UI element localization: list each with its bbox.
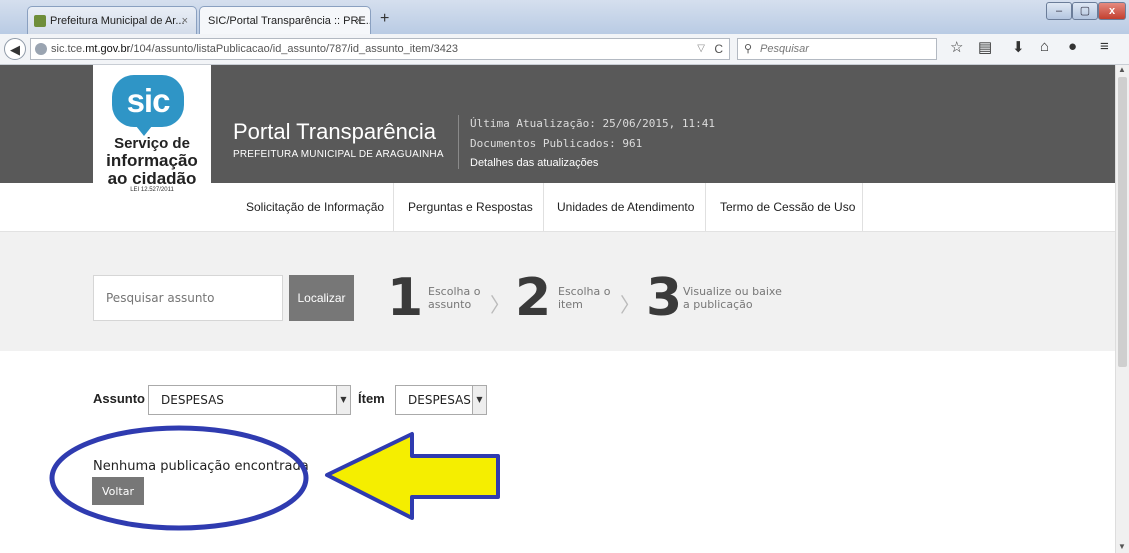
localizar-button[interactable]: Localizar [289, 275, 354, 321]
assunto-label: Assunto [93, 391, 145, 406]
new-tab-button[interactable]: + [380, 10, 389, 28]
browser-search-input[interactable]: ⚲ Pesquisar [737, 38, 937, 60]
dropdown-arrow-icon[interactable]: ▽ [697, 39, 705, 59]
globe-icon [35, 43, 47, 55]
window-maximize-button[interactable]: ▢ [1072, 2, 1098, 20]
step-3-text: Visualize ou baixe a publicação [683, 285, 782, 311]
menu-unidades[interactable]: Unidades de Atendimento [557, 183, 694, 231]
logo-line-2: informação [106, 151, 198, 170]
step-3-number: 3 [646, 268, 683, 328]
search-icon: ⚲ [744, 43, 753, 55]
last-update: Última Atualização: 25/06/2015, 11:41 [470, 117, 716, 130]
details-link[interactable]: Detalhes das atualizações [470, 157, 598, 169]
menu-perguntas[interactable]: Perguntas e Respostas [408, 183, 533, 231]
scroll-thumb[interactable] [1118, 77, 1127, 367]
search-subject-input[interactable] [93, 275, 283, 321]
logo-line-3: ao cidadão [107, 169, 197, 188]
site-favicon-icon [34, 15, 46, 27]
url-host: mt.gov.br [85, 43, 131, 55]
url-prefix: sic.tce. [51, 43, 86, 55]
no-results-message: Nenhuma publicação encontrada [93, 459, 309, 474]
search-placeholder: Pesquisar [760, 43, 809, 55]
menu-divider [862, 183, 863, 231]
tab-prefeitura[interactable]: Prefeitura Municipal de Ar... × [27, 6, 197, 34]
item-label: Ítem [358, 391, 385, 406]
page-subtitle: PREFEITURA MUNICIPAL DE ARAGUAINHA [233, 149, 444, 160]
download-icon[interactable]: ⬇ [1012, 38, 1025, 56]
window-close-button[interactable]: x [1098, 2, 1126, 20]
menu-solicitacao[interactable]: Solicitação de Informação [246, 183, 384, 231]
step-2-number: 2 [515, 268, 552, 328]
sic-logo[interactable]: sic Serviço de informação ao cidadão LEI… [93, 65, 211, 231]
bookmark-star-icon[interactable]: ☆ [950, 38, 963, 56]
chevron-down-icon[interactable]: ▼ [336, 386, 350, 414]
url-path: /104/assunto/listaPublicacao/id_assunto/… [130, 43, 459, 55]
step-1-number: 1 [387, 268, 424, 328]
address-bar[interactable]: sic.tce.mt.gov.br/104/assunto/listaPubli… [30, 38, 730, 60]
window-minimize-button[interactable]: ‒ [1046, 2, 1072, 20]
tab-sic-portal[interactable]: SIC/Portal Transparência :: PRE... × [199, 6, 371, 34]
scroll-down-icon[interactable]: ▼ [1118, 542, 1126, 551]
web-page: sic Serviço de informação ao cidadão LEI… [0, 65, 1115, 553]
bookmarks-list-icon[interactable]: ▤ [978, 38, 992, 56]
tab-title: Prefeitura Municipal de Ar... [50, 15, 185, 27]
chevron-right-icon: 〉 [490, 295, 510, 317]
menu-divider [705, 183, 706, 231]
home-icon[interactable]: ⌂ [1040, 38, 1049, 55]
chevron-right-icon: 〉 [620, 295, 640, 317]
page-title: Portal Transparência [233, 119, 436, 144]
step-2-text: Escolha o item [558, 285, 611, 311]
reload-icon[interactable]: C [714, 39, 723, 59]
back-arrow-icon[interactable]: ◀ [4, 38, 26, 60]
step-1-text: Escolha o assunto [428, 285, 481, 311]
item-select[interactable]: DESPESAS ▼ [395, 385, 487, 415]
chat-icon[interactable]: ● [1068, 38, 1077, 55]
tab-close-icon[interactable]: × [356, 7, 362, 34]
scroll-up-icon[interactable]: ▲ [1118, 65, 1126, 74]
menu-hamburger-icon[interactable]: ≡ [1100, 38, 1109, 55]
menu-divider [543, 183, 544, 231]
voltar-button[interactable]: Voltar [92, 477, 144, 505]
assunto-value: DESPESAS [161, 393, 224, 407]
menu-divider [393, 183, 394, 231]
docs-published: Documentos Publicados: 961 [470, 137, 643, 150]
tab-close-icon[interactable]: × [182, 7, 188, 34]
item-value: DESPESAS [408, 393, 471, 407]
chevron-down-icon[interactable]: ▼ [472, 386, 486, 414]
tab-title: SIC/Portal Transparência :: PRE... [208, 15, 371, 27]
page-scrollbar[interactable]: ▲ ▼ [1115, 65, 1129, 553]
menu-termo[interactable]: Termo de Cessão de Uso [720, 183, 855, 231]
logo-line-1: Serviço de [114, 135, 190, 152]
sic-badge: sic [112, 75, 184, 136]
browser-titlebar: Prefeitura Municipal de Ar... × SIC/Port… [0, 0, 1129, 34]
results-area [0, 351, 1115, 553]
header-divider [458, 115, 459, 169]
assunto-select[interactable]: DESPESAS ▼ [148, 385, 351, 415]
logo-law: LEI 12.527/2011 [130, 187, 174, 193]
